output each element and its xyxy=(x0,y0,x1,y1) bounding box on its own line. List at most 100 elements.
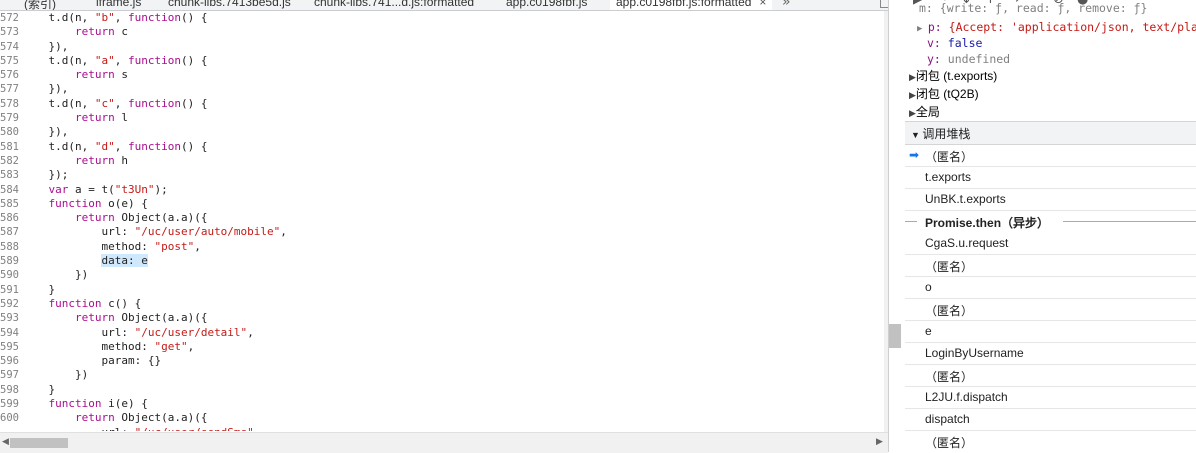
scope-top-partial: m: {write: ƒ, read: ƒ, remove: ƒ} xyxy=(919,1,1148,15)
line-number[interactable]: 577 xyxy=(0,82,22,96)
line-number[interactable]: 574 xyxy=(0,40,22,54)
async-separator: Promise.then（异步） xyxy=(905,210,1196,232)
code-line: t.d(n, "a", function() { xyxy=(22,53,208,67)
call-stack-header[interactable]: ▼ 调用堆栈 xyxy=(905,121,1196,145)
line-number[interactable]: 598 xyxy=(0,383,22,397)
scope-closure-t-exports[interactable]: ▶闭包 (t.exports) xyxy=(909,68,997,85)
code-line: }) xyxy=(22,368,89,382)
code-area: t.d(n, "b", function() { return c }), t.… xyxy=(22,11,884,431)
code-line: } xyxy=(22,382,56,396)
tab-chunk-libs-formatted[interactable]: chunk-libs.741...d.js:formatted xyxy=(314,0,474,10)
toggle-sidebar-icon[interactable] xyxy=(880,0,888,8)
code-line: method: "get", xyxy=(22,339,195,353)
line-number[interactable]: 600 xyxy=(0,411,22,425)
line-number[interactable]: 586 xyxy=(0,211,22,225)
more-tabs-icon[interactable]: » xyxy=(782,0,791,10)
call-frame-label: （匿名） xyxy=(925,304,974,318)
code-line: return h xyxy=(74,153,128,167)
sidebar-vertical-scrollbar[interactable] xyxy=(889,8,905,452)
line-number[interactable]: 580 xyxy=(0,125,22,139)
code-line: } xyxy=(22,282,56,296)
line-number[interactable]: 587 xyxy=(0,225,22,239)
separator-line xyxy=(905,221,917,222)
call-frame[interactable]: （匿名） xyxy=(905,254,1196,277)
scope-var-p[interactable]: ▶ p: {Accept: 'application/json, text/pl… xyxy=(917,19,1196,36)
line-number[interactable]: 588 xyxy=(0,240,22,254)
line-number[interactable]: 591 xyxy=(0,283,22,297)
call-frame-label: e xyxy=(925,324,932,338)
code-line: method: "post", xyxy=(22,239,201,253)
code-line: return Object(a.a)({ xyxy=(74,411,208,425)
line-number[interactable]: 579 xyxy=(0,111,22,125)
call-frame[interactable]: （匿名） xyxy=(905,430,1196,452)
line-number[interactable]: 583 xyxy=(0,168,22,182)
call-frame[interactable]: CgaS.u.request xyxy=(905,232,1196,255)
code-line: }); xyxy=(22,168,69,182)
editor-horizontal-scrollbar[interactable]: ◀ ▶ xyxy=(0,432,888,453)
line-number[interactable]: 597 xyxy=(0,368,22,382)
separator-line xyxy=(1063,221,1196,222)
call-frame[interactable]: dispatch xyxy=(905,408,1196,431)
code-line: }), xyxy=(22,39,69,53)
code-line: }), xyxy=(22,82,69,96)
line-number[interactable]: 589 xyxy=(0,254,22,268)
call-frame[interactable]: o xyxy=(905,276,1196,299)
line-number[interactable] xyxy=(0,426,22,431)
code-line: return s xyxy=(74,68,128,82)
call-frame[interactable]: ➡ （匿名） xyxy=(905,144,1196,167)
line-number[interactable]: 594 xyxy=(0,326,22,340)
line-number[interactable]: 596 xyxy=(0,354,22,368)
call-frame[interactable]: （匿名） xyxy=(905,364,1196,387)
source-editor: (索引) iframe.js chunk-libs.7413be5d.js ch… xyxy=(0,0,889,453)
code-line: t.d(n, "c", function() { xyxy=(22,96,208,110)
call-frame[interactable]: e xyxy=(905,320,1196,343)
scope-global[interactable]: ▶全局 xyxy=(909,104,940,121)
horizontal-scroll-thumb[interactable] xyxy=(10,438,68,448)
call-frame[interactable]: L2JU.f.dispatch xyxy=(905,386,1196,409)
scope-var-v: v: false xyxy=(927,36,983,50)
code-line: url: "/uc/user/sendSms", xyxy=(22,426,884,431)
tab-app-formatted[interactable]: app.c0198fbf.js:formatted × xyxy=(610,0,773,10)
call-frame[interactable]: t.exports xyxy=(905,166,1196,189)
line-number[interactable]: 572 xyxy=(0,11,22,25)
tab-chunk-libs-js[interactable]: chunk-libs.7413be5d.js xyxy=(168,0,291,10)
call-frame-label: Promise.then（异步） xyxy=(925,216,1050,230)
sidebar-scroll-thumb[interactable] xyxy=(889,324,901,348)
editor-vertical-scrollbar[interactable] xyxy=(884,11,888,432)
call-frame-label: t.exports xyxy=(925,170,972,184)
line-number[interactable]: 584 xyxy=(0,183,22,197)
tab-iframe-js[interactable]: iframe.js xyxy=(96,0,141,10)
line-number[interactable]: 581 xyxy=(0,140,22,154)
tab-index[interactable]: (索引) xyxy=(24,0,56,10)
call-frame[interactable]: UnBK.t.exports xyxy=(905,188,1196,211)
line-number[interactable]: 585 xyxy=(0,197,22,211)
tab-app-formatted-label: app.c0198fbf.js:formatted xyxy=(616,0,752,9)
call-frame[interactable]: LoginByUsername xyxy=(905,342,1196,365)
line-number[interactable]: 595 xyxy=(0,340,22,354)
code-line: function c() { xyxy=(48,296,142,310)
scope-var-y: y: undefined xyxy=(927,52,1011,66)
line-number[interactable]: 573 xyxy=(0,25,22,39)
call-stack-title: ▼ 调用堆栈 xyxy=(911,127,971,141)
code-line: }), xyxy=(22,125,69,139)
line-number[interactable]: 576 xyxy=(0,68,22,82)
call-frame-label: （匿名） xyxy=(925,150,974,164)
line-number[interactable]: 582 xyxy=(0,154,22,168)
call-frame-label: LoginByUsername xyxy=(925,346,1024,360)
tab-app-js[interactable]: app.c0198fbf.js xyxy=(506,0,587,10)
call-frame[interactable]: （匿名） xyxy=(905,298,1196,321)
tab-close-icon[interactable]: × xyxy=(759,0,766,9)
line-number[interactable]: 592 xyxy=(0,297,22,311)
line-number[interactable]: 575 xyxy=(0,54,22,68)
line-number[interactable]: 590 xyxy=(0,268,22,282)
line-number[interactable]: 599 xyxy=(0,397,22,411)
line-number[interactable]: 578 xyxy=(0,97,22,111)
code-line: return c xyxy=(74,25,128,39)
scroll-left-icon[interactable]: ◀ xyxy=(2,437,9,447)
line-number[interactable]: 593 xyxy=(0,311,22,325)
scope-closure-tq2b[interactable]: ▶闭包 (tQ2B) xyxy=(909,86,979,103)
call-frame-label: UnBK.t.exports xyxy=(925,192,1006,206)
scroll-right-icon[interactable]: ▶ xyxy=(876,437,883,447)
call-frame-label: L2JU.f.dispatch xyxy=(925,390,1008,404)
code-line: url: "/uc/user/auto/mobile", xyxy=(22,225,287,239)
